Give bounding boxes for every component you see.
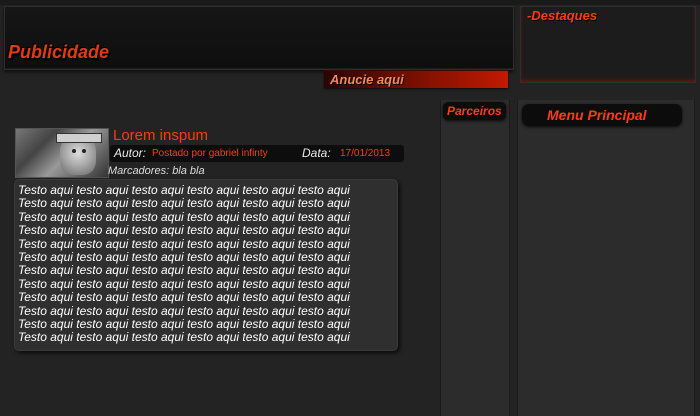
page: Publicidade Anucie aqui -Destaques Parce… <box>0 0 700 416</box>
highlights-title: -Destaques <box>527 8 598 23</box>
date-value: 17/01/2013 <box>340 148 391 159</box>
main-menu-header: Menu Principal <box>522 104 682 126</box>
author-value[interactable]: Postado por gabriel infinty <box>152 148 268 159</box>
main-menu-column <box>517 100 695 416</box>
partners-title: Parceiros <box>447 104 502 118</box>
main-menu-title: Menu Principal <box>547 107 647 123</box>
avatar-headband-icon <box>56 133 102 143</box>
advertise-here-label: Anucie aqui <box>330 72 404 87</box>
post-tags[interactable]: Marcadores: bla bla <box>108 165 205 177</box>
post-avatar <box>15 128 109 178</box>
banner-title: Publicidade <box>8 42 110 62</box>
post-title[interactable]: Lorem inspum <box>113 127 208 144</box>
top-strip <box>0 0 700 5</box>
author-label: Autor: <box>114 146 147 160</box>
date-label: Data: <box>302 146 331 160</box>
partners-header: Parceiros <box>443 102 506 120</box>
highlights-panel: -Destaques <box>520 6 696 83</box>
avatar-eyes-icon <box>72 149 76 153</box>
partners-column <box>440 100 510 416</box>
advertise-here-button[interactable]: Anucie aqui <box>324 70 508 88</box>
post-body-text: Testo aqui testo aqui testo aqui testo a… <box>18 183 350 345</box>
